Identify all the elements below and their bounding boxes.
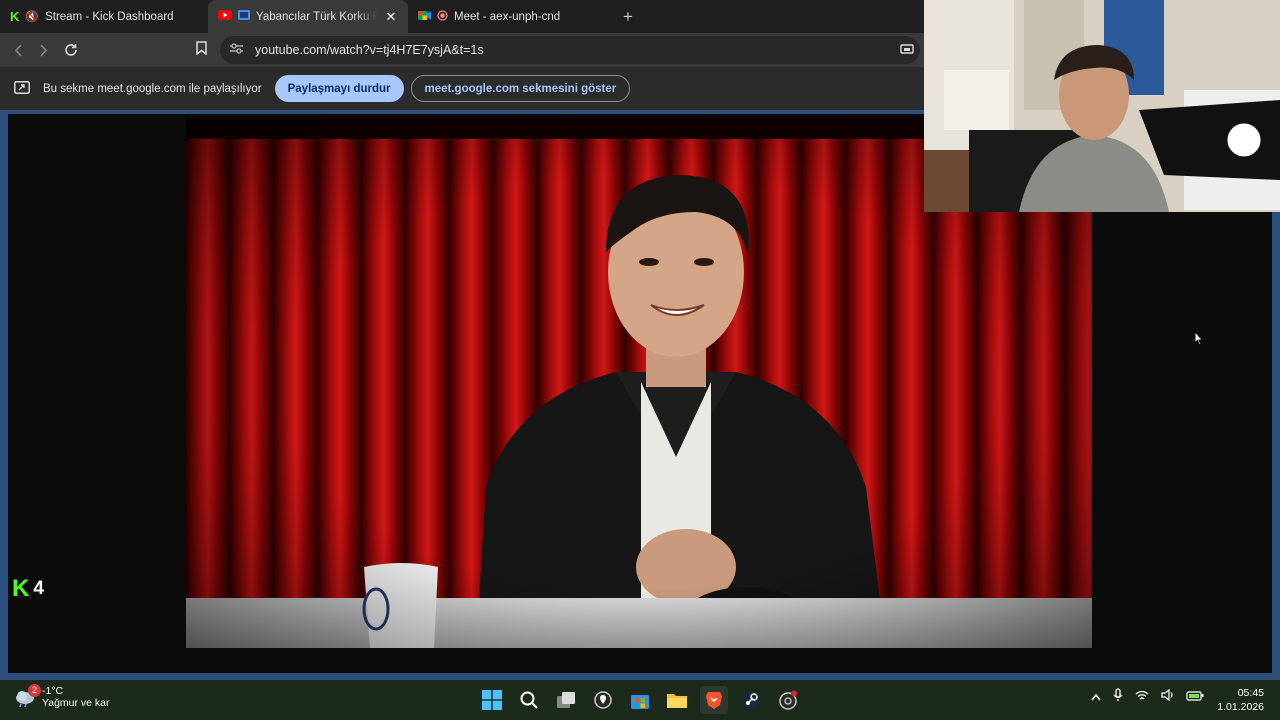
system-tray (1091, 688, 1204, 705)
tab-strip: K 🔇 Stream - Kick Dashboard Yabancılar T… (0, 0, 924, 33)
tab-meet[interactable]: Meet - aex-unph-cnd (408, 0, 613, 33)
steam-icon (742, 691, 760, 709)
tab-label: Yabancılar Türk Korku Filmleri (256, 10, 378, 23)
viewer-count: 4 (33, 578, 44, 599)
tab-sharing-bar: Bu sekme meet.google.com ile paylaşılıyo… (0, 67, 924, 110)
start-button[interactable] (478, 686, 506, 714)
webcam-overlay (924, 0, 1280, 212)
forward-button[interactable] (31, 33, 56, 67)
bookmark-button[interactable] (196, 41, 207, 58)
clock-time: 05:45 (1237, 687, 1264, 699)
kick-viewer-badge: K 4 (12, 575, 44, 603)
brave-lion-icon (706, 692, 722, 709)
kick-logo-icon: K (12, 575, 30, 602)
back-button[interactable] (6, 33, 31, 67)
obs-button[interactable] (774, 686, 802, 714)
obs-recording-icon (779, 690, 797, 710)
weather-description: Yağmur ve kar (42, 697, 110, 709)
site-info-icon[interactable] (230, 43, 243, 57)
chevron-up-icon[interactable] (1091, 690, 1101, 704)
weather-temperature: -1°C (42, 685, 64, 697)
tab-label: Stream - Kick Dashboard (45, 10, 174, 23)
reload-button[interactable] (58, 33, 83, 67)
microphone-icon[interactable] (1113, 688, 1123, 705)
screen: K 🔇 Stream - Kick Dashboard Yabancılar T… (0, 0, 1280, 720)
muted-icon[interactable]: 🔇 (25, 10, 39, 23)
taskbar-apps (478, 686, 802, 714)
stop-sharing-button[interactable]: Paylaşmayı durdur (274, 75, 404, 102)
file-explorer-button[interactable] (663, 686, 691, 714)
volume-icon[interactable] (1161, 688, 1174, 704)
battery-icon[interactable] (1186, 690, 1204, 704)
task-view-icon (557, 692, 575, 708)
address-bar[interactable]: youtube.com/watch?v=tj4H7E7ysjA&t=1s (220, 36, 920, 64)
tab-kick-dashboard[interactable]: K 🔇 Stream - Kick Dashboard (0, 0, 205, 33)
folder-icon (667, 694, 687, 708)
tab-youtube[interactable]: Yabancılar Türk Korku Filmleri ✕ (208, 0, 408, 33)
sharing-indicator-icon (238, 10, 250, 23)
chevron-left-icon (14, 43, 22, 57)
clock-date: 1.01.2026 (1217, 701, 1264, 713)
browser-toolbar: youtube.com/watch?v=tj4H7E7ysjA&t=1s (0, 33, 924, 67)
maps-app-button[interactable] (589, 686, 617, 714)
windows-taskbar: 2 -1°C Yağmur ve kar 05:45 1.01.2026 (0, 680, 1280, 720)
steam-button[interactable] (737, 686, 765, 714)
windows-logo-icon (482, 690, 502, 710)
search-button[interactable] (515, 686, 543, 714)
search-icon (520, 691, 538, 709)
task-view-button[interactable] (552, 686, 580, 714)
chevron-right-icon (40, 43, 48, 57)
mouse-cursor-icon (1194, 331, 1204, 346)
meet-icon (418, 10, 431, 24)
close-icon[interactable]: ✕ (384, 9, 398, 25)
location-pin-icon (594, 691, 612, 709)
microsoft-store-button[interactable] (626, 686, 654, 714)
system-clock[interactable]: 05:45 1.01.2026 (1217, 686, 1264, 714)
sharing-message: Bu sekme meet.google.com ile paylaşılıyo… (43, 82, 262, 95)
reload-icon (64, 44, 77, 56)
screen-share-icon (14, 80, 30, 97)
bookmark-icon (196, 41, 207, 56)
wifi-icon[interactable] (1135, 690, 1149, 704)
weather-badge: 2 (28, 684, 41, 697)
show-meet-tab-button[interactable]: meet.google.com sekmesini göster (410, 75, 631, 102)
weather-icon: 2 (14, 684, 41, 708)
new-tab-button[interactable]: + (613, 0, 643, 33)
kick-logo-icon: K (10, 9, 20, 24)
url-text: youtube.com/watch?v=tj4H7E7ysjA&t=1s (255, 43, 484, 57)
webcam-image (924, 0, 1280, 212)
cast-icon[interactable] (900, 44, 914, 58)
weather-widget[interactable]: 2 -1°C Yağmur ve kar (14, 684, 110, 709)
youtube-icon (218, 10, 232, 23)
store-icon (631, 695, 649, 709)
tab-label: Meet - aex-unph-cnd (454, 10, 561, 23)
recording-icon (437, 9, 448, 24)
brave-browser-button[interactable] (700, 686, 728, 714)
